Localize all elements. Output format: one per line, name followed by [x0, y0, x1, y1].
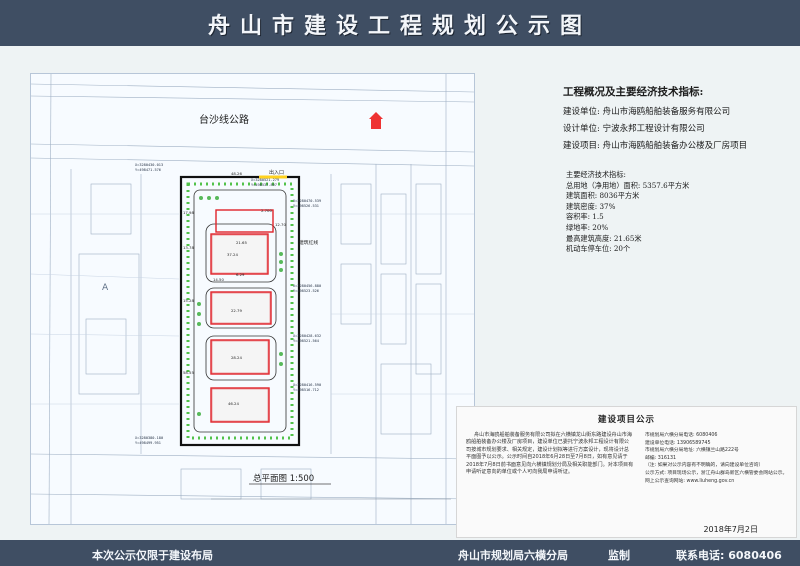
indicator-row: 建筑密度: 37%: [566, 201, 616, 211]
dim-label: 58.55: [183, 370, 194, 375]
coord-label: Y=498471.576: [135, 168, 161, 172]
coord-label: Y=498526.531: [293, 204, 319, 208]
notice-contact-row: 公示方式: 项目现场公示，浙江舟山群岛新区六横管委会网站公示。: [645, 470, 788, 476]
project-row: 建设项目: 舟山市海鸥船舶装备办公楼及厂房项目: [563, 141, 748, 151]
coord-label: Y=498516.712: [293, 388, 319, 392]
coord-label: X=3280416.590: [293, 383, 321, 387]
designer-row: 设计单位: 宁波永邦工程设计有限公司: [563, 124, 705, 134]
entrance-label: 出入口: [269, 169, 284, 176]
indicator-row: 主要经济技术指标:: [566, 170, 626, 179]
dim-label: 14.50: [213, 277, 224, 282]
dim-label: 37.24: [227, 252, 238, 257]
notice-contact-row: 建设单位电话: 13906589745: [645, 440, 711, 446]
dim-label: 6.29: [236, 272, 245, 277]
public-notice: 建设项目公示 舟山市海鸥船舶装备服务有限公司拟在六横镇龙山街东路建设舟山市海鸥船…: [456, 406, 797, 538]
notice-contacts: 市规划局六横分局电话: 6080406 建设单位电话: 13906589745 …: [645, 432, 790, 485]
plan-scale-label: 总平面图 1:500: [253, 473, 314, 484]
builder-row: 建设单位: 舟山市海鸥船舶装备服务有限公司: [563, 107, 731, 117]
coord-label: Y=498499.951: [135, 441, 161, 445]
coord-label: Y=498523.526: [293, 289, 319, 293]
coord-label: X=3280456.880: [293, 284, 321, 288]
coord-label: X=3280428.632: [293, 334, 321, 338]
indicator-row: 机动车停车位: 20个: [566, 244, 631, 254]
site-plan-map: 台沙线公路 总平面图 1:500 出入口 建筑红线 A X=3280430.01…: [30, 73, 475, 525]
notice-contact-row: （注: 如果对公示内容有不明确的，请向建设单位咨询）: [645, 463, 764, 469]
dim-label: 12.70: [275, 222, 286, 227]
indicator-row: 容积率: 1.5: [566, 212, 604, 222]
footer-supervise: 监制: [608, 549, 630, 562]
page-title: 舟山市建设工程规划公示图: [207, 14, 592, 39]
dim-label: 48.26: [231, 171, 242, 176]
coord-label: Y=498537.897: [251, 183, 277, 187]
dim-label: 15.28: [183, 298, 194, 303]
dim-label: 21.65: [236, 240, 247, 245]
site-plan-drawing: 台沙线公路 总平面图 1:500 出入口 建筑红线 A X=3280430.01…: [31, 74, 474, 524]
indicator-row: 最高建筑高度: 21.65米: [566, 233, 642, 243]
notice-contact-row: 市规划局六横分局电话: 6080406: [645, 433, 718, 438]
indicator-row: 建筑面积: 8036平方米: [566, 191, 640, 201]
notice-contact-row: 邮编: 316131: [645, 455, 677, 461]
coord-label: X=3280470.539: [293, 199, 321, 203]
notice-website-link[interactable]: 网上公示查询网站: www.liuheng.gov.cn: [645, 478, 790, 486]
dim-label: 2.700: [261, 208, 272, 213]
footer-phone: 联系电话: 6080406: [676, 549, 782, 562]
dim-label: 46.24: [228, 401, 239, 406]
coord-label: X=3280521.279: [251, 178, 279, 182]
footer-issuer: 舟山市规划局六横分局: [458, 549, 568, 562]
title-banner: 舟山市建设工程规划公示图: [0, 0, 800, 46]
footer-banner: 本次公示仅限于建设布局 舟山市规划局六横分局 监制 联系电话: 6080406: [0, 540, 800, 566]
notice-body: 舟山市海鸥船舶装备服务有限公司拟在六横镇龙山街东路建设舟山市海鸥船舶装备办公楼及…: [466, 432, 634, 476]
coord-label: X=3280430.013: [135, 163, 163, 167]
notice-date: 2018年7月2日: [703, 525, 758, 534]
notice-contact-row: 市规划局六横分局地址: 六横镇兰山路222号: [645, 448, 739, 454]
coord-label: X=3280380.180: [135, 436, 163, 440]
indicator-row: 绿地率: 20%: [566, 222, 609, 232]
coord-label: Y=498521.564: [293, 339, 319, 343]
redline-label: 建筑红线: [299, 239, 318, 246]
project-info: 工程概况及主要经济技术指标: 建设单位: 舟山市海鸥船舶装备服务有限公司 设计单…: [563, 84, 747, 156]
technical-indicators: 主要经济技术指标: 总用地（净用地）面积: 5357.6平方米 建筑面积: 80…: [566, 170, 689, 255]
parcel-label: A: [102, 283, 109, 293]
road-label: 台沙线公路: [199, 113, 249, 126]
notice-title: 建设项目公示: [597, 415, 655, 425]
dim-label: 22.79: [231, 308, 242, 313]
dim-label: 13.78: [183, 245, 194, 250]
footer-disclaimer: 本次公示仅限于建设布局: [92, 549, 213, 562]
dim-label: 17.98: [183, 210, 194, 215]
indicator-row: 总用地（净用地）面积: 5357.6平方米: [566, 180, 690, 190]
north-arrow-icon: [369, 112, 383, 129]
project-info-title: 工程概况及主要经济技术指标:: [563, 86, 704, 98]
dim-label: 28.24: [231, 355, 242, 360]
